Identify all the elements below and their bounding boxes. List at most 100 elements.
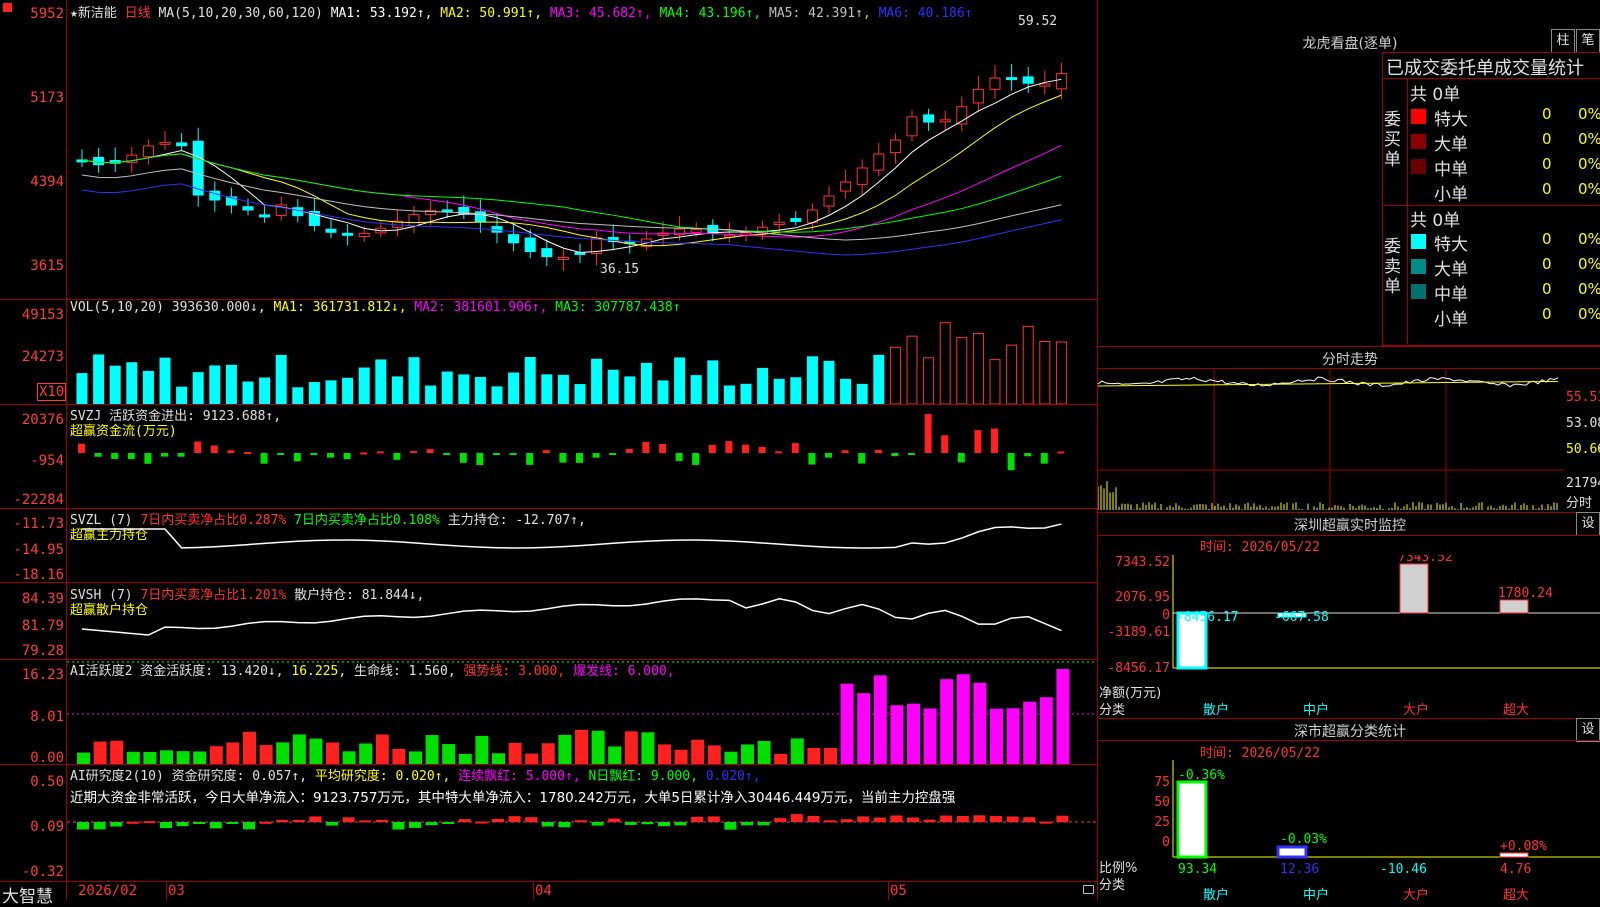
activity-bar <box>226 742 240 764</box>
research-bar <box>1056 815 1069 822</box>
volume-bar <box>723 385 735 404</box>
sz-stats-chart[interactable]: 75 50 25 0 -0.36% -0.03% +0.08% 93.34 12.36 -10.4… <box>1098 760 1600 882</box>
intraday-y-tick: 50.66 <box>1566 442 1600 457</box>
activity-bar <box>409 751 422 764</box>
lhb-row-count: 0 <box>1542 130 1552 148</box>
monitor-y-tick: 2076.95 <box>1115 590 1170 605</box>
lhb-stats-tab[interactable]: 已成交委托单成交量统计 <box>1386 54 1584 80</box>
research-bar <box>1039 821 1052 824</box>
stats-bar <box>1276 845 1308 859</box>
research-bar <box>558 822 571 828</box>
x-tick: 2026/02 <box>78 883 138 899</box>
sz-stats-cat: 超大 <box>1503 888 1530 903</box>
sz-monitor-chart[interactable]: 7343.52 2076.95 0 -3189.61 -8456.17 -8456.17 -… <box>1098 555 1600 720</box>
research-bar <box>873 817 886 822</box>
activity-bar <box>326 742 339 764</box>
flow-bar <box>244 452 251 455</box>
activity-bar <box>243 731 256 764</box>
volume-bar <box>441 371 453 404</box>
volume-bar <box>972 332 984 404</box>
x-tick-mark <box>888 882 889 900</box>
lhb-row-pct: 0% <box>1578 255 1600 273</box>
legend-swatch <box>1411 134 1426 149</box>
intraday-vol-tick: 21794 <box>1566 476 1600 491</box>
flow-bar <box>659 444 666 453</box>
flow-bar <box>974 430 982 453</box>
activity-bar <box>956 674 970 764</box>
kline-chart[interactable] <box>67 20 1097 299</box>
grid-line <box>1097 535 1600 536</box>
fund-flow-chart[interactable] <box>67 405 1097 508</box>
grid-line <box>1097 512 1600 513</box>
candle <box>1039 83 1051 87</box>
buy-side-label: 委买单 <box>1384 110 1401 170</box>
monitor-y-tick: 7343.52 <box>1115 555 1170 570</box>
research-bar <box>326 822 338 826</box>
y-tick: 49153 <box>21 307 64 323</box>
volume-chart[interactable] <box>67 300 1097 404</box>
ai-activity-chart[interactable] <box>67 660 1097 764</box>
flow-bar <box>410 450 417 453</box>
sz-stats-settings-button[interactable]: 设 <box>1576 718 1600 742</box>
flow-bar <box>825 453 832 458</box>
sz-stats-title: 深市超赢分类统计 <box>1294 724 1406 740</box>
tick-view-button[interactable]: 笔 <box>1576 29 1600 53</box>
volume-bar <box>508 372 520 404</box>
stats-value-label: 12.36 <box>1280 862 1319 877</box>
flow-bar <box>1007 453 1015 471</box>
y-tick: 8.01 <box>30 709 64 725</box>
lhb-row-label: 中单 <box>1434 160 1468 180</box>
research-bar <box>890 815 903 822</box>
sz-monitor-cat: 超大 <box>1503 703 1530 718</box>
y-tick: 5173 <box>30 90 64 106</box>
ma6-value: MA6: 40.186↑ <box>878 6 973 21</box>
stats-y-tick: 75 <box>1154 775 1170 790</box>
activity-bar <box>93 741 107 764</box>
grid-line <box>0 582 1097 583</box>
research-bar <box>1006 816 1019 822</box>
volume-bar <box>674 357 686 404</box>
research-bar <box>193 822 206 824</box>
y-tick: -11.73 <box>13 516 64 532</box>
low-price-label: 36.15 <box>600 262 640 277</box>
activity-bar <box>591 730 605 764</box>
lhb-row-label: 大单 <box>1434 135 1468 155</box>
flow-bar <box>476 453 484 465</box>
legend-swatch <box>1411 259 1426 274</box>
research-bar <box>840 819 853 822</box>
activity-bar <box>193 751 207 764</box>
legend-swatch <box>1411 109 1426 124</box>
bar-view-button[interactable]: 柱 <box>1551 29 1575 53</box>
period-label[interactable]: 日线 <box>125 6 151 21</box>
volume-bar <box>1039 341 1051 404</box>
lhb-row-label: 中单 <box>1434 285 1468 305</box>
research-bar <box>641 822 654 825</box>
activity-bar <box>990 708 1003 764</box>
activity-bar <box>176 751 190 764</box>
research-bar <box>392 822 405 830</box>
intraday-chart[interactable] <box>1098 370 1564 510</box>
retail-holding-chart[interactable] <box>67 584 1097 659</box>
flow-bar <box>725 441 733 453</box>
activity-bar <box>890 705 904 764</box>
volume-bar <box>740 383 752 404</box>
activity-bar <box>160 750 173 764</box>
research-bar <box>940 815 953 822</box>
activity-bar <box>1006 708 1020 764</box>
y-tick: -14.95 <box>13 542 64 558</box>
flow-bar <box>78 443 85 453</box>
lock-icon[interactable] <box>1083 885 1094 894</box>
research-bar <box>77 822 89 830</box>
main-holding-chart[interactable] <box>67 509 1097 582</box>
volume-bar <box>707 360 719 404</box>
stock-name[interactable]: ★新洁能 <box>70 6 117 21</box>
sz-monitor-settings-button[interactable]: 设 <box>1576 512 1600 536</box>
lhb-row-pct: 0% <box>1578 280 1600 298</box>
sz-monitor-cat: 散户 <box>1203 703 1230 718</box>
ai-research-chart[interactable] <box>67 765 1097 881</box>
lhb-row-pct: 0% <box>1578 105 1600 123</box>
sz-monitor-time: 时间: 2026/05/22 <box>1200 540 1320 555</box>
volume-bar <box>259 377 271 404</box>
lhb-row-label: 特大 <box>1434 110 1468 130</box>
lhb-row-pct: 0% <box>1578 130 1600 148</box>
